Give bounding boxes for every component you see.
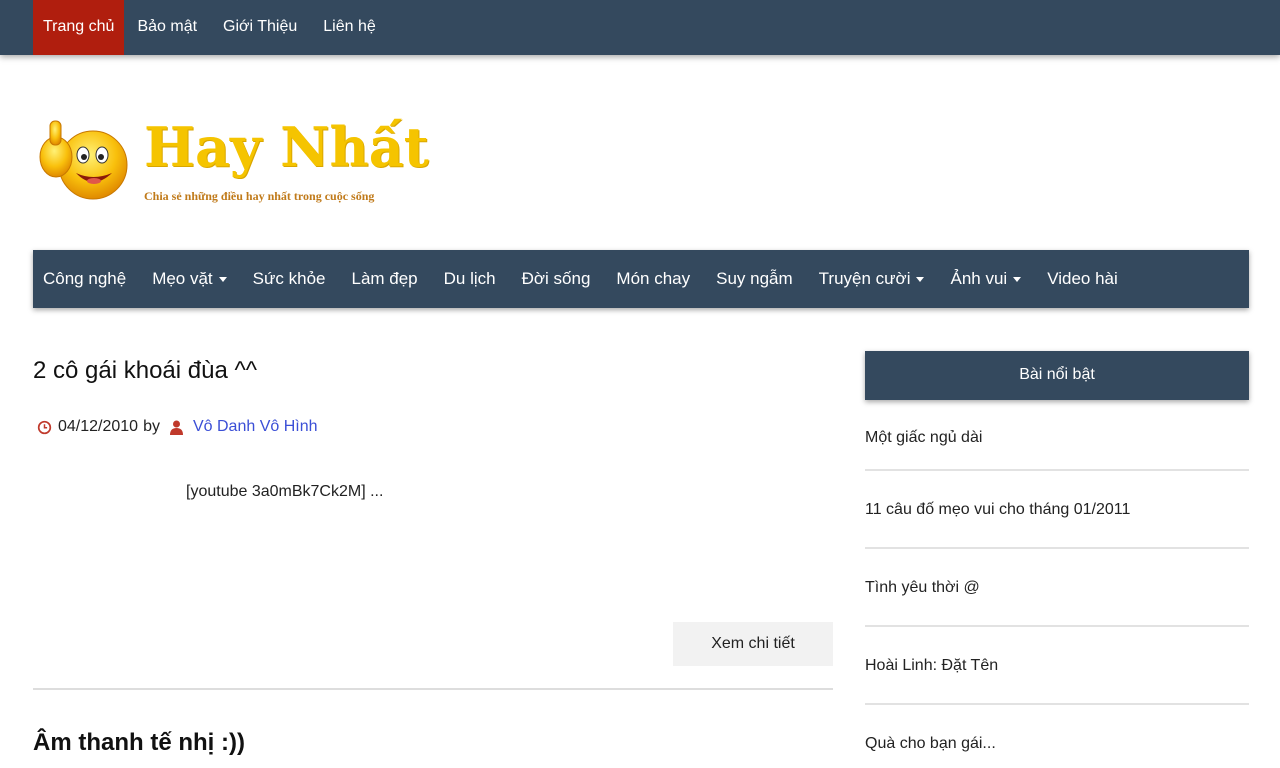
- nav-item-technology[interactable]: Công nghệ: [33, 250, 136, 308]
- nav-item-label: Làm đẹp: [351, 269, 418, 288]
- read-more-button[interactable]: Xem chi tiết: [673, 622, 833, 666]
- nav-item-label: Du lịch: [443, 269, 496, 288]
- top-nav-menu: Trang chủ Bảo mật Giới Thiệu Liên hệ: [33, 0, 389, 55]
- nav-item-travel[interactable]: Du lịch: [434, 250, 506, 308]
- nav-item-funny-images[interactable]: Ảnh vui: [940, 250, 1031, 308]
- caret-down-icon: [1013, 276, 1022, 282]
- nav-item-beauty[interactable]: Làm đẹp: [341, 250, 427, 308]
- post-title[interactable]: 2 cô gái khoái đùa ^^: [33, 357, 257, 385]
- post-date: 04/12/2010: [58, 418, 139, 435]
- post-excerpt: [youtube 3a0mBk7Ck2M] ...: [186, 483, 384, 500]
- nav-item-label: Suy ngẫm: [716, 269, 793, 288]
- site-logo[interactable]: Hay Nhất Chia sẻ những điều hay nhất tro…: [38, 105, 429, 215]
- nav-item-reflection[interactable]: Suy ngẫm: [706, 250, 803, 308]
- top-navbar: Trang chủ Bảo mật Giới Thiệu Liên hệ: [0, 0, 1280, 55]
- caret-down-icon: [916, 276, 925, 282]
- featured-post-link[interactable]: Tình yêu thời @: [865, 549, 1249, 627]
- top-nav-item-contact[interactable]: Liên hệ: [310, 0, 389, 55]
- nav-item-vegetarian[interactable]: Món chay: [606, 250, 700, 308]
- nav-item-label: Truyện cười: [818, 269, 911, 288]
- featured-post-link[interactable]: Quà cho bạn gái...: [865, 705, 1249, 768]
- nav-item-label: Món chay: [616, 269, 691, 288]
- top-nav-item-home[interactable]: Trang chủ: [33, 0, 125, 55]
- logo-tagline: Chia sẻ những điều hay nhất trong cuộc s…: [144, 189, 375, 203]
- post-author-link[interactable]: Vô Danh Vô Hình: [193, 418, 318, 436]
- nav-item-health[interactable]: Sức khỏe: [243, 250, 336, 308]
- featured-post-link[interactable]: 11 câu đố mẹo vui cho tháng 01/2011: [865, 471, 1249, 549]
- post-title[interactable]: Âm thanh tế nhị :)): [33, 729, 245, 757]
- sidebar-widget-title: Bài nổi bật: [865, 351, 1249, 400]
- nav-item-label: Đời sống: [521, 269, 591, 288]
- main-category-nav: Công nghệ Mẹo vặt Sức khỏe Làm đẹp Du lị…: [33, 250, 1249, 308]
- nav-item-funny-videos[interactable]: Video hài: [1037, 250, 1128, 308]
- nav-item-tips[interactable]: Mẹo vặt: [142, 250, 236, 308]
- top-nav-item-about[interactable]: Giới Thiệu: [210, 0, 310, 55]
- thumbs-up-smiley-icon: [39, 120, 128, 200]
- featured-post-link[interactable]: Hoài Linh: Đặt Tên: [865, 627, 1249, 705]
- nav-item-label: Công nghệ: [43, 269, 127, 288]
- featured-posts-list: Một giấc ngủ dài 11 câu đố mẹo vui cho t…: [865, 400, 1249, 768]
- user-icon: [169, 420, 183, 435]
- clock-icon: [37, 420, 52, 434]
- top-nav-item-security[interactable]: Bảo mật: [124, 0, 210, 55]
- nav-item-jokes[interactable]: Truyện cười: [809, 250, 935, 308]
- nav-item-life[interactable]: Đời sống: [512, 250, 601, 308]
- nav-item-label: Ảnh vui: [950, 269, 1008, 288]
- post-meta: 04/12/2010 by Vô Danh Vô Hình: [37, 418, 318, 436]
- logo-title: Hay Nhất: [144, 115, 429, 179]
- post-divider: [33, 688, 833, 690]
- nav-item-label: Sức khỏe: [252, 269, 326, 288]
- featured-post-link[interactable]: Một giấc ngủ dài: [865, 400, 1249, 471]
- post-by-label: by: [143, 418, 160, 435]
- caret-down-icon: [218, 276, 227, 282]
- nav-item-label: Video hài: [1047, 269, 1118, 288]
- nav-item-label: Mẹo vặt: [152, 269, 213, 288]
- sidebar-featured: Bài nổi bật Một giấc ngủ dài 11 câu đố m…: [865, 351, 1249, 752]
